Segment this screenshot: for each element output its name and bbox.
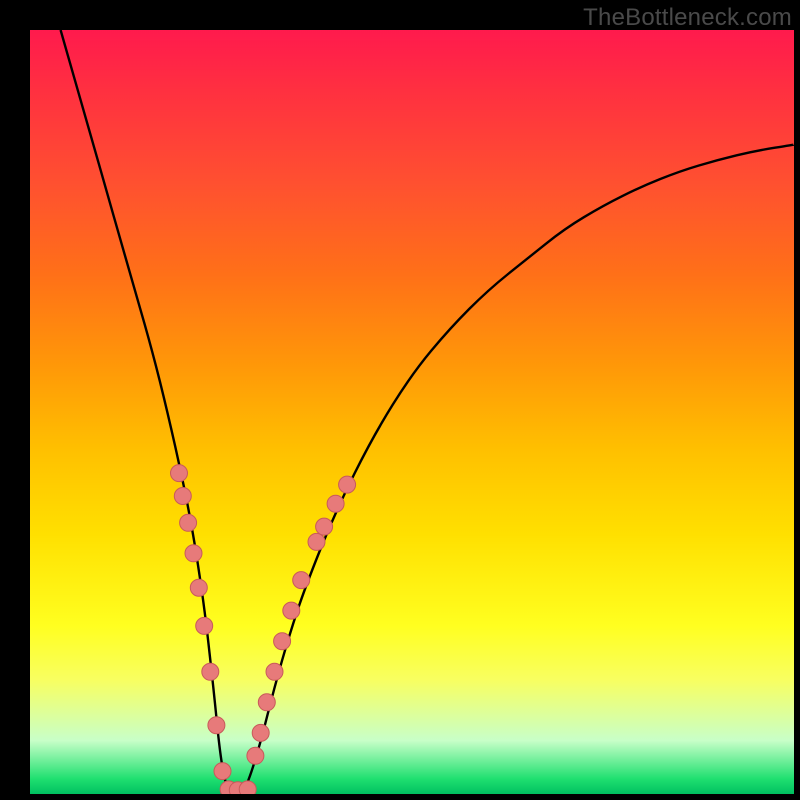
chart-dot bbox=[258, 694, 275, 711]
chart-dot bbox=[190, 579, 207, 596]
chart-dot bbox=[174, 488, 191, 505]
chart-dot bbox=[202, 663, 219, 680]
chart-dot bbox=[293, 572, 310, 589]
watermark-text: TheBottleneck.com bbox=[583, 4, 792, 32]
chart-dot bbox=[274, 633, 291, 650]
chart-dot bbox=[171, 465, 188, 482]
bottleneck-chart-svg bbox=[30, 30, 794, 794]
chart-dot bbox=[316, 518, 333, 535]
chart-dot bbox=[247, 747, 264, 764]
chart-dot bbox=[214, 763, 231, 780]
chart-frame: TheBottleneck.com bbox=[0, 0, 800, 800]
chart-dot bbox=[196, 617, 213, 634]
chart-dot bbox=[308, 533, 325, 550]
chart-dot bbox=[208, 717, 225, 734]
chart-dot bbox=[266, 663, 283, 680]
chart-dots bbox=[171, 465, 356, 794]
chart-dot bbox=[185, 545, 202, 562]
chart-dot bbox=[283, 602, 300, 619]
chart-dot bbox=[239, 781, 256, 794]
chart-dot bbox=[180, 514, 197, 531]
chart-dot bbox=[339, 476, 356, 493]
chart-dot bbox=[327, 495, 344, 512]
chart-dot bbox=[252, 724, 269, 741]
bottleneck-curve bbox=[61, 30, 794, 794]
plot-area bbox=[30, 30, 794, 794]
